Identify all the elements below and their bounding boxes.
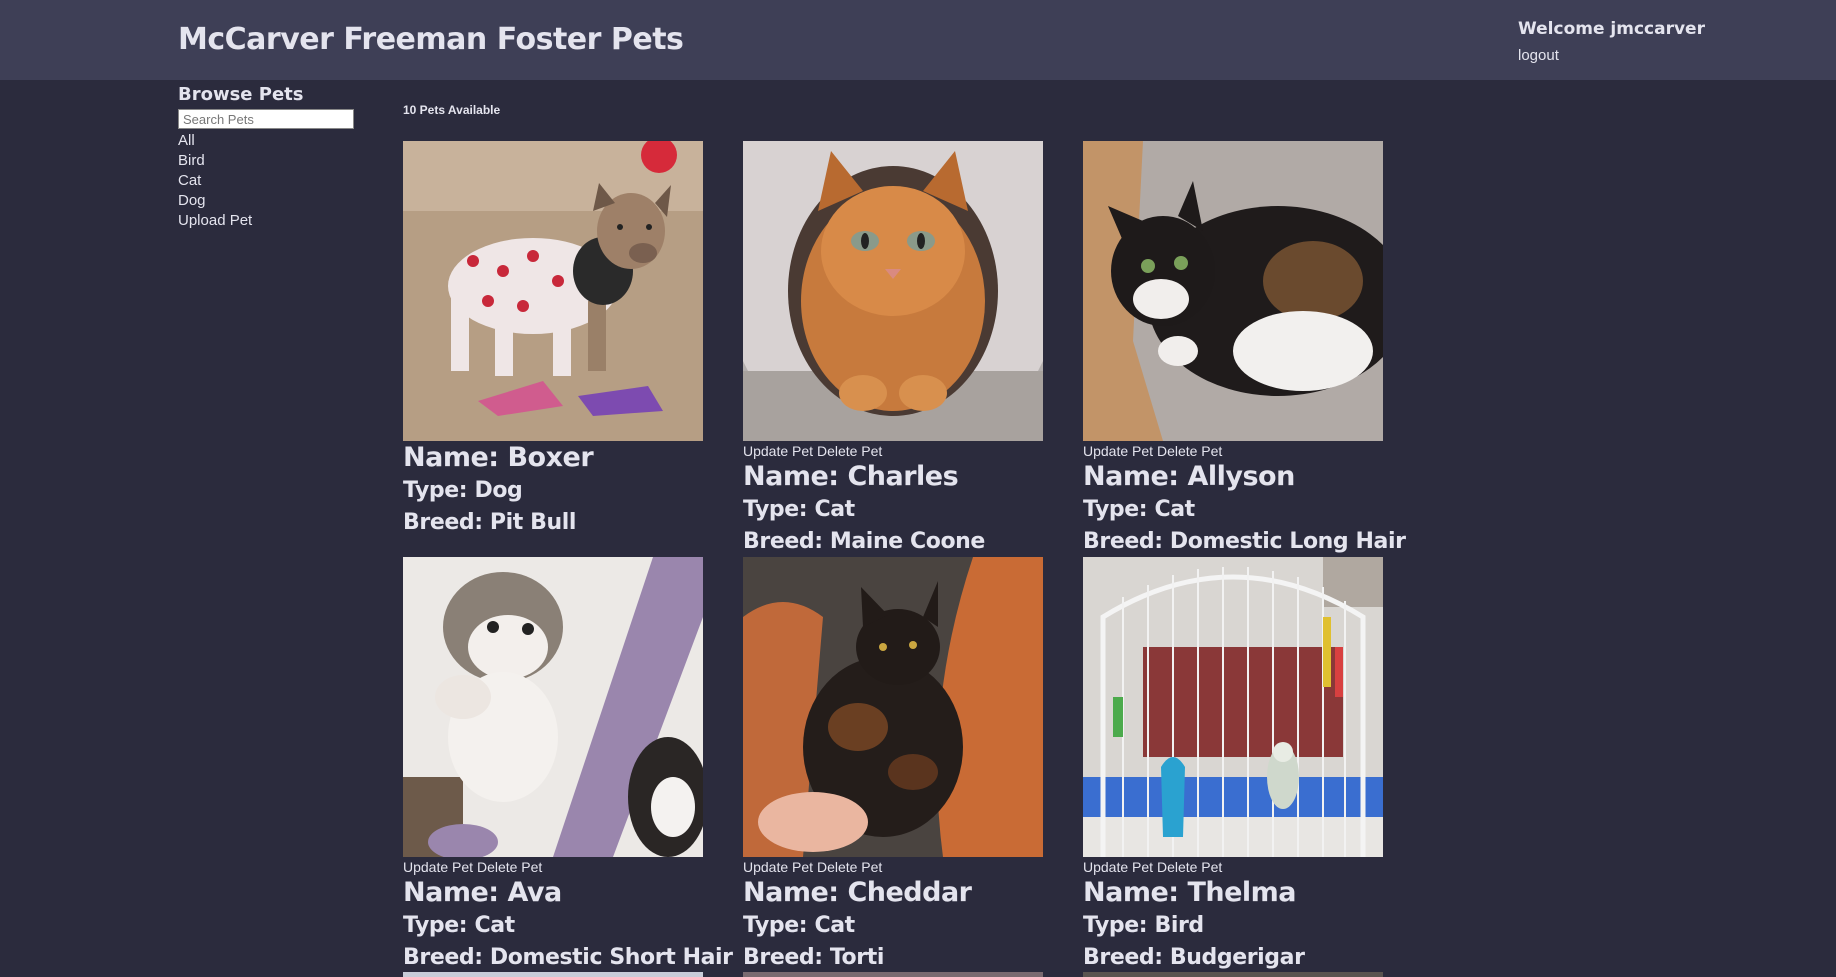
- delete-pet-link[interactable]: Delete Pet: [817, 443, 882, 459]
- pet-name: Name: Ava: [403, 877, 562, 908]
- pet-breed: Breed: Domestic Long Hair: [1083, 529, 1406, 554]
- pet-type: Type: Cat: [743, 913, 855, 938]
- sidebar-heading: Browse Pets: [178, 84, 304, 105]
- calico-cat-photo[interactable]: [1083, 141, 1383, 441]
- pet-type: Type: Dog: [403, 478, 523, 503]
- pet-card-cheddar: Update Pet Delete Pet Name: Cheddar Type…: [743, 557, 1043, 974]
- pet-card-ava: Update Pet Delete Pet Name: Ava Type: Ca…: [403, 557, 733, 974]
- update-pet-link[interactable]: Update Pet: [743, 859, 813, 875]
- search-input[interactable]: [178, 109, 354, 129]
- top-header: McCarver Freeman Foster Pets Welcome jmc…: [0, 0, 1836, 80]
- pet-card-charles: Update Pet Delete Pet Name: Charles Type…: [743, 141, 1043, 558]
- pet-type: Type: Bird: [1083, 913, 1204, 938]
- pet-type: Type: Cat: [403, 913, 515, 938]
- delete-pet-link[interactable]: Delete Pet: [1157, 443, 1222, 459]
- kitten-photo[interactable]: [403, 557, 703, 857]
- sidebar-link-all[interactable]: All: [178, 131, 358, 151]
- pet-card-boxer: Name: Boxer Type: Dog Breed: Pit Bull: [403, 141, 703, 539]
- pet-name: Name: Cheddar: [743, 877, 972, 908]
- update-pet-link[interactable]: Update Pet: [1083, 443, 1153, 459]
- pet-breed: Breed: Domestic Short Hair: [403, 945, 733, 970]
- delete-pet-link[interactable]: Delete Pet: [817, 859, 882, 875]
- pet-breed: Breed: Torti: [743, 945, 884, 970]
- pet-card-allyson: Update Pet Delete Pet Name: Allyson Type…: [1083, 141, 1406, 558]
- sidebar-link-cat[interactable]: Cat: [178, 171, 358, 191]
- next-row-photo-peek: [403, 972, 703, 977]
- pet-type: Type: Cat: [1083, 497, 1195, 522]
- pet-name: Name: Charles: [743, 461, 959, 492]
- update-pet-link[interactable]: Update Pet: [743, 443, 813, 459]
- site-title: McCarver Freeman Foster Pets: [178, 22, 684, 57]
- delete-pet-link[interactable]: Delete Pet: [477, 859, 542, 875]
- tortoiseshell-cat-photo[interactable]: [743, 557, 1043, 857]
- pet-name: Name: Allyson: [1083, 461, 1295, 492]
- pet-actions: Update Pet Delete Pet: [403, 859, 703, 876]
- pet-type: Type: Cat: [743, 497, 855, 522]
- pet-breed: Breed: Budgerigar: [1083, 945, 1305, 970]
- update-pet-link[interactable]: Update Pet: [1083, 859, 1153, 875]
- pets-available-count: 10 Pets Available: [403, 103, 501, 117]
- welcome-message: Welcome jmccarver: [1518, 19, 1705, 39]
- orange-cat-photo[interactable]: [743, 141, 1043, 441]
- pet-name: Name: Boxer: [403, 442, 594, 473]
- update-pet-link[interactable]: Update Pet: [403, 859, 473, 875]
- delete-pet-link[interactable]: Delete Pet: [1157, 859, 1222, 875]
- sidebar: Browse Pets All Bird Cat Dog Upload Pet: [178, 84, 358, 231]
- pet-actions: Update Pet Delete Pet: [743, 859, 1043, 876]
- pet-breed: Breed: Maine Coone: [743, 529, 985, 554]
- pet-actions: Update Pet Delete Pet: [743, 443, 1043, 460]
- next-row-photo-peek: [1083, 972, 1383, 977]
- pet-actions: Update Pet Delete Pet: [1083, 443, 1383, 460]
- pet-name: Name: Thelma: [1083, 877, 1297, 908]
- pet-breed: Breed: Pit Bull: [403, 510, 577, 535]
- sidebar-link-upload-pet[interactable]: Upload Pet: [178, 211, 358, 231]
- pet-actions: Update Pet Delete Pet: [1083, 859, 1383, 876]
- pet-card-thelma: Update Pet Delete Pet Name: Thelma Type:…: [1083, 557, 1383, 974]
- dog-photo[interactable]: [403, 141, 703, 441]
- sidebar-link-bird[interactable]: Bird: [178, 151, 358, 171]
- sidebar-link-dog[interactable]: Dog: [178, 191, 358, 211]
- next-row-photo-peek: [743, 972, 1043, 977]
- budgie-cage-photo[interactable]: [1083, 557, 1383, 857]
- logout-link[interactable]: logout: [1518, 47, 1559, 64]
